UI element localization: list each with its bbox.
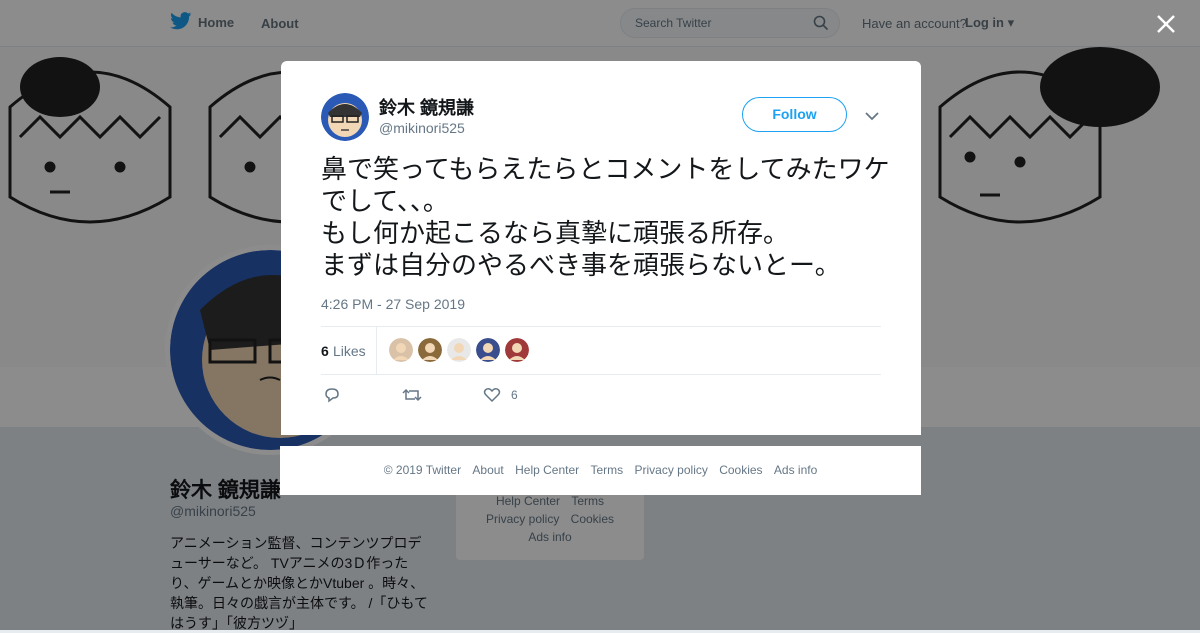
reply-icon <box>325 388 339 403</box>
footer-link-privacy[interactable]: Privacy policy <box>635 463 708 477</box>
reply-button[interactable] <box>323 386 341 409</box>
retweet-button[interactable] <box>402 386 422 409</box>
liker-avatar[interactable] <box>418 338 442 362</box>
tweet-text: 鼻で笑ってもらえたらとコメントをしてみたワケでして、、。 もし何か起こるなら真摯… <box>321 155 890 281</box>
like-button[interactable] <box>483 386 501 409</box>
tweet-stats: 6 Likes <box>321 326 881 375</box>
liker-avatar[interactable] <box>389 338 413 362</box>
footer-link-help[interactable]: Help Center <box>515 463 579 477</box>
modal-footer: © 2019 Twitter About Help Center Terms P… <box>280 446 921 495</box>
likes-stat[interactable]: 6 Likes <box>321 327 377 374</box>
author-handle[interactable]: @mikinori525 <box>379 120 465 136</box>
tweet-actions: 6 <box>321 384 881 408</box>
likes-count: 6 <box>321 343 329 359</box>
like-action-count: 6 <box>511 388 518 402</box>
tweet-timestamp[interactable]: 4:26 PM - 27 Sep 2019 <box>321 296 465 312</box>
tweet-modal: 鈴木 鏡規謙 @mikinori525 Follow 鼻で笑ってもらえたらとコメ… <box>281 61 921 435</box>
footer-link-about[interactable]: About <box>472 463 503 477</box>
liker-avatar[interactable] <box>447 338 471 362</box>
heart-icon <box>483 388 501 403</box>
likes-label: Likes <box>333 343 366 359</box>
footer-link-terms[interactable]: Terms <box>590 463 623 477</box>
retweet-icon <box>402 388 422 402</box>
chevron-down-icon <box>865 112 879 121</box>
close-modal-button[interactable] <box>1154 12 1178 36</box>
liker-avatar[interactable] <box>476 338 500 362</box>
author-name[interactable]: 鈴木 鏡規謙 <box>379 94 474 120</box>
close-icon <box>1157 15 1175 33</box>
footer-copyright: © 2019 Twitter <box>383 463 462 477</box>
liker-avatars <box>389 338 529 362</box>
author-avatar[interactable] <box>321 93 369 141</box>
liker-avatar[interactable] <box>505 338 529 362</box>
tweet-menu-button[interactable] <box>865 108 879 126</box>
follow-button[interactable]: Follow <box>742 97 847 132</box>
footer-link-ads[interactable]: Ads info <box>774 463 817 477</box>
footer-link-cookies[interactable]: Cookies <box>719 463 762 477</box>
